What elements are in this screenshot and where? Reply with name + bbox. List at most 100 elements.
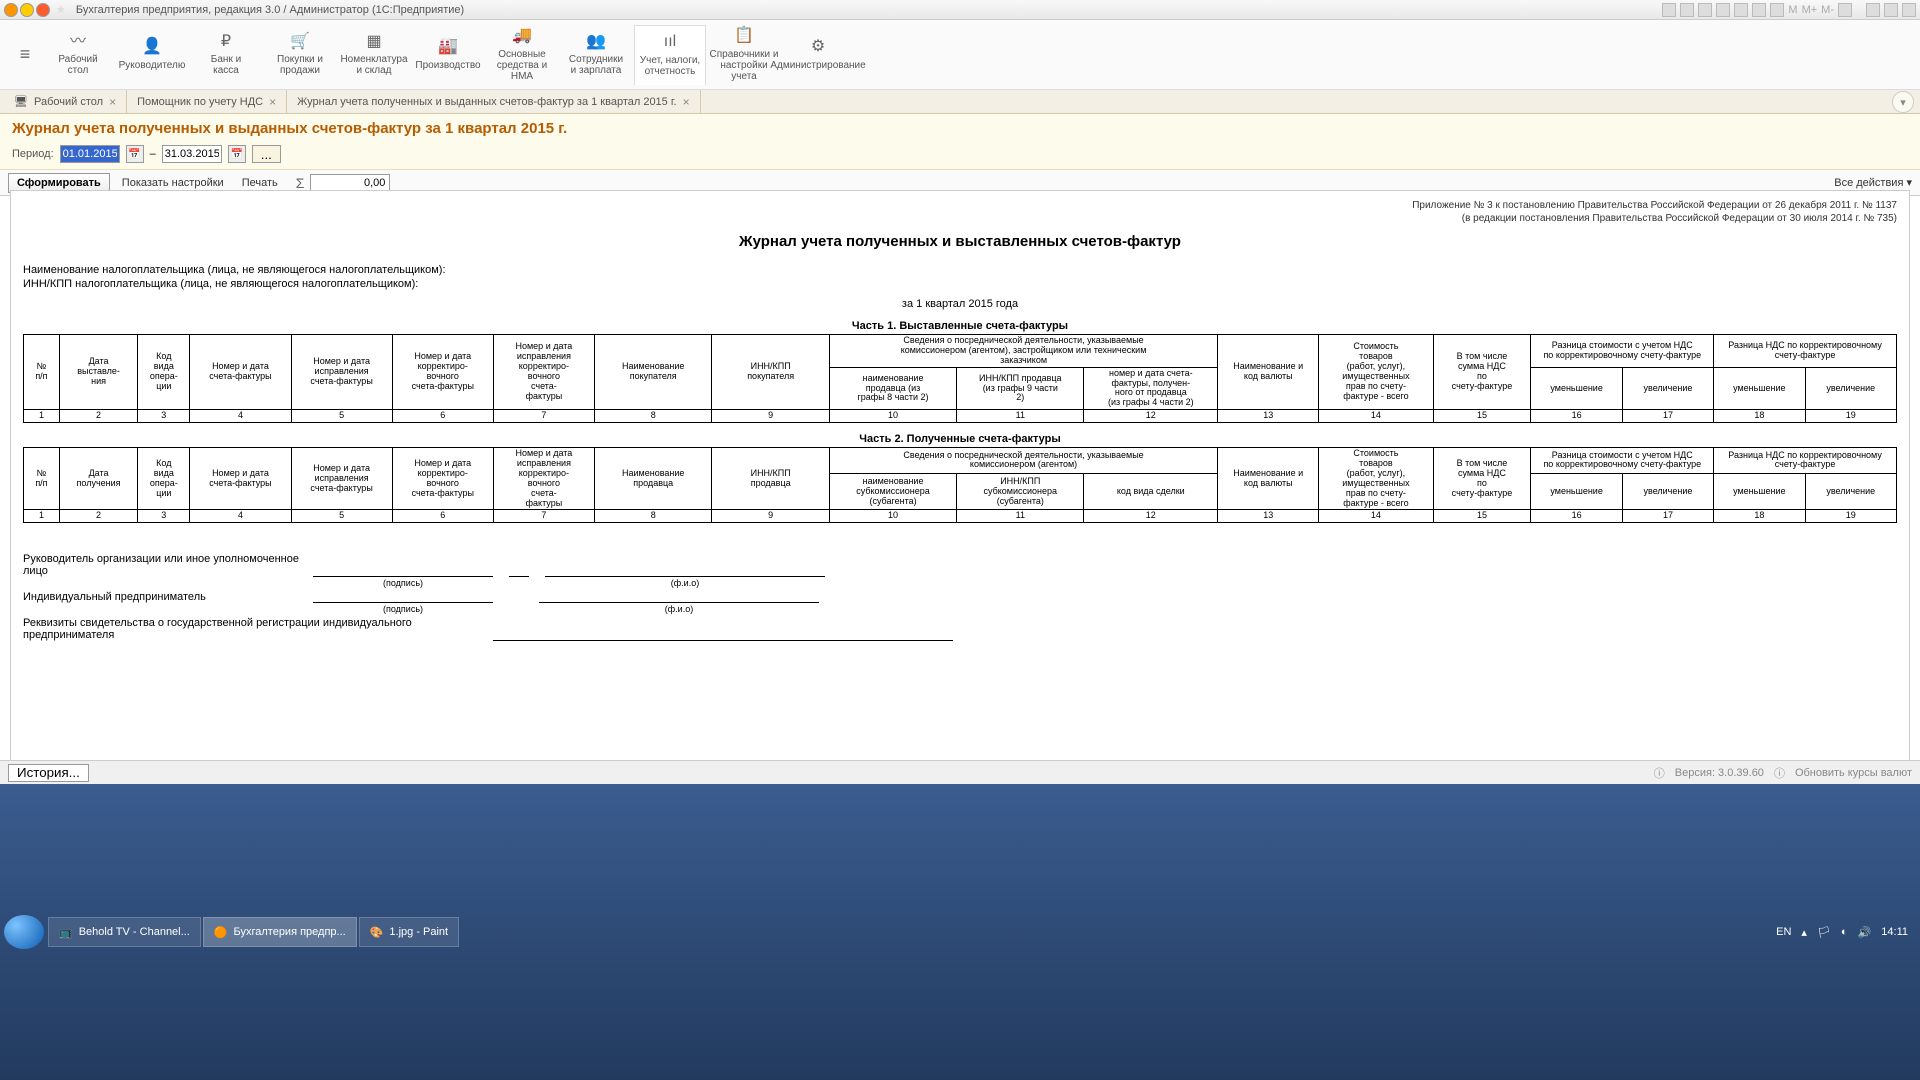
col-12: номер и дата счета-фактуры, получен-ного…	[1084, 367, 1218, 410]
period-more-button[interactable]: ...	[252, 145, 281, 163]
barchart-icon: ııl	[664, 33, 676, 51]
refresh-rates-link[interactable]: Обновить курсы валют	[1795, 767, 1912, 779]
tab-label: Журнал учета полученных и выданных счето…	[297, 96, 676, 108]
sum-field[interactable]	[310, 174, 390, 192]
nav-desktop[interactable]: 〰Рабочийстол	[42, 25, 114, 85]
gear-icon: ⚙	[811, 38, 825, 56]
titlebar-icon[interactable]	[1770, 3, 1784, 17]
date-from-input[interactable]	[60, 145, 120, 163]
nav-stock[interactable]: ▦Номенклатураи склад	[338, 25, 410, 85]
nav-admin[interactable]: ⚙Администрирование	[782, 25, 854, 85]
tray-chevron-icon[interactable]: ▴	[1801, 926, 1807, 939]
info-icon[interactable]: ⓘ	[1654, 765, 1665, 781]
titlebar-icon[interactable]	[1680, 3, 1694, 17]
nav-employees[interactable]: 👥Сотрудникии зарплата	[560, 25, 632, 85]
start-button[interactable]	[4, 915, 44, 949]
app-icon	[4, 3, 18, 17]
table-part1: №п/п Датавыставле-ния Кодвидаопера-ции Н…	[23, 334, 1897, 423]
titlebar-icon[interactable]	[1752, 3, 1766, 17]
calendar-icon[interactable]: 📅	[126, 145, 144, 163]
col-4: Номер и датасчета-фактуры	[190, 335, 291, 410]
clock[interactable]: 14:11	[1881, 927, 1908, 938]
titlebar-right: M M+ M-	[1662, 3, 1916, 17]
history-button[interactable]: История...	[8, 764, 89, 782]
titlebar-icon[interactable]	[1662, 3, 1676, 17]
tray-icon[interactable]: ◐	[1841, 926, 1848, 938]
tray-flag-icon[interactable]: 🏳	[1817, 926, 1831, 939]
col-11: ИНН/КПП продавца(из графы 9 части2)	[957, 367, 1084, 410]
system-tray: EN ▴ 🏳 ◐ 🔊 14:11	[1776, 926, 1916, 939]
taskbar-app-behold[interactable]: 📺Behold TV - Channel...	[48, 917, 201, 947]
date-to-input[interactable]	[162, 145, 222, 163]
period-label: Период:	[12, 148, 54, 160]
sigma-icon: Σ	[296, 175, 305, 191]
minimize-icon[interactable]	[1866, 3, 1880, 17]
maximize-icon[interactable]	[1884, 3, 1898, 17]
sign-ip-label: Индивидуальный предприниматель	[23, 591, 303, 603]
tab-vat-helper[interactable]: Помощник по учету НДС ×	[127, 90, 287, 113]
collapse-tabs-button[interactable]: ▾	[1892, 91, 1914, 113]
nav-bank[interactable]: ₽Банк икасса	[190, 25, 262, 85]
nav-sales[interactable]: 🛒Покупки ипродажи	[264, 25, 336, 85]
col-3: Кодвидаопера-ции	[138, 335, 190, 410]
signature-block: Руководитель организации или иное уполно…	[23, 553, 1897, 641]
person-icon: 👤	[142, 38, 162, 56]
star-icon[interactable]: ★	[56, 3, 66, 16]
nav-manager[interactable]: 👤Руководителю	[116, 25, 188, 85]
nav-assets[interactable]: 🚚Основныесредства и НМА	[486, 25, 558, 85]
col-10-group: Сведения о посреднической деятельности, …	[829, 448, 1217, 474]
nav-references[interactable]: 📋Справочники инастройки учета	[708, 25, 780, 85]
col-9: ИНН/КППпокупателя	[712, 335, 829, 410]
m-minus-label[interactable]: M-	[1821, 4, 1834, 16]
tray-volume-icon[interactable]: 🔊	[1858, 926, 1872, 939]
nav-taxes[interactable]: ıılУчет, налоги,отчетность	[634, 25, 706, 85]
titlebar-icon[interactable]	[1716, 3, 1730, 17]
tabs-row: 🖥 Рабочий стол × Помощник по учету НДС ×…	[0, 90, 1920, 114]
info-icon[interactable]: ⓘ	[1774, 765, 1785, 781]
m-label[interactable]: M	[1788, 4, 1797, 16]
titlebar-icon[interactable]	[1698, 3, 1712, 17]
close-icon[interactable]: ×	[269, 95, 276, 109]
desktop-icon: 🖥	[14, 95, 28, 109]
col-19: увеличение	[1805, 473, 1897, 510]
close-icon[interactable]: ×	[683, 95, 690, 109]
dash: –	[150, 148, 156, 160]
col-10: наименованиепродавца (изграфы 8 части 2)	[829, 367, 956, 410]
truck-icon: 🚚	[512, 27, 532, 45]
chart-icon: 〰	[70, 33, 86, 51]
taskbar-app-1c[interactable]: 🟠Бухгалтерия предпр...	[203, 917, 357, 947]
statusbar: История... ⓘ Версия: 3.0.39.60 ⓘ Обновит…	[0, 760, 1920, 784]
tab-desktop[interactable]: 🖥 Рабочий стол ×	[4, 90, 127, 113]
sign-line: (подпись)	[313, 602, 493, 603]
col-6: Номер и датакорректиро-вочногосчета-факт…	[392, 335, 493, 410]
menu-hamburger[interactable]: ≡	[10, 44, 40, 65]
nav-production[interactable]: 🏭Производство	[412, 25, 484, 85]
close-icon[interactable]: ×	[109, 95, 116, 109]
col-16-group: Разница стоимости с учетом НДСпо коррект…	[1531, 448, 1714, 474]
titlebar-icon[interactable]	[1734, 3, 1748, 17]
lang-indicator[interactable]: EN	[1776, 926, 1791, 938]
col-8: Наименованиепокупателя	[594, 335, 711, 410]
m-plus-label[interactable]: M+	[1802, 4, 1818, 16]
all-actions-menu[interactable]: Все действия	[1834, 176, 1912, 189]
main-toolbar: ≡ 〰Рабочийстол 👤Руководителю ₽Банк икасс…	[0, 20, 1920, 90]
close-icon[interactable]	[1902, 3, 1916, 17]
col-16: уменьшение	[1531, 473, 1622, 510]
numrow-p2: 123 456 789 101112 131415 161718 19	[24, 510, 1897, 523]
tab-journal[interactable]: Журнал учета полученных и выданных счето…	[287, 90, 700, 113]
col-7: Номер и датаисправлениякорректиро-вочног…	[493, 335, 594, 410]
sign-long-line	[493, 640, 953, 641]
col-18: уменьшение	[1714, 367, 1805, 410]
taskbar-app-paint[interactable]: 🎨1.jpg - Paint	[359, 917, 459, 947]
windows-taskbar: 📺Behold TV - Channel... 🟠Бухгалтерия пре…	[0, 784, 1920, 1080]
window-titlebar: ★ Бухгалтерия предприятия, редакция 3.0 …	[0, 0, 1920, 20]
col-3: Кодвидаопера-ции	[138, 448, 190, 510]
page-title: Журнал учета полученных и выданных счето…	[12, 120, 1908, 137]
print-link[interactable]: Печать	[236, 177, 284, 189]
clipboard-icon: 📋	[734, 27, 754, 45]
show-settings-link[interactable]: Показать настройки	[116, 177, 230, 189]
col-6: Номер и датакорректиро-вочногосчета-факт…	[392, 448, 493, 510]
col-16: уменьшение	[1531, 367, 1622, 410]
calendar-icon[interactable]: 📅	[228, 145, 246, 163]
info-icon[interactable]	[1838, 3, 1852, 17]
